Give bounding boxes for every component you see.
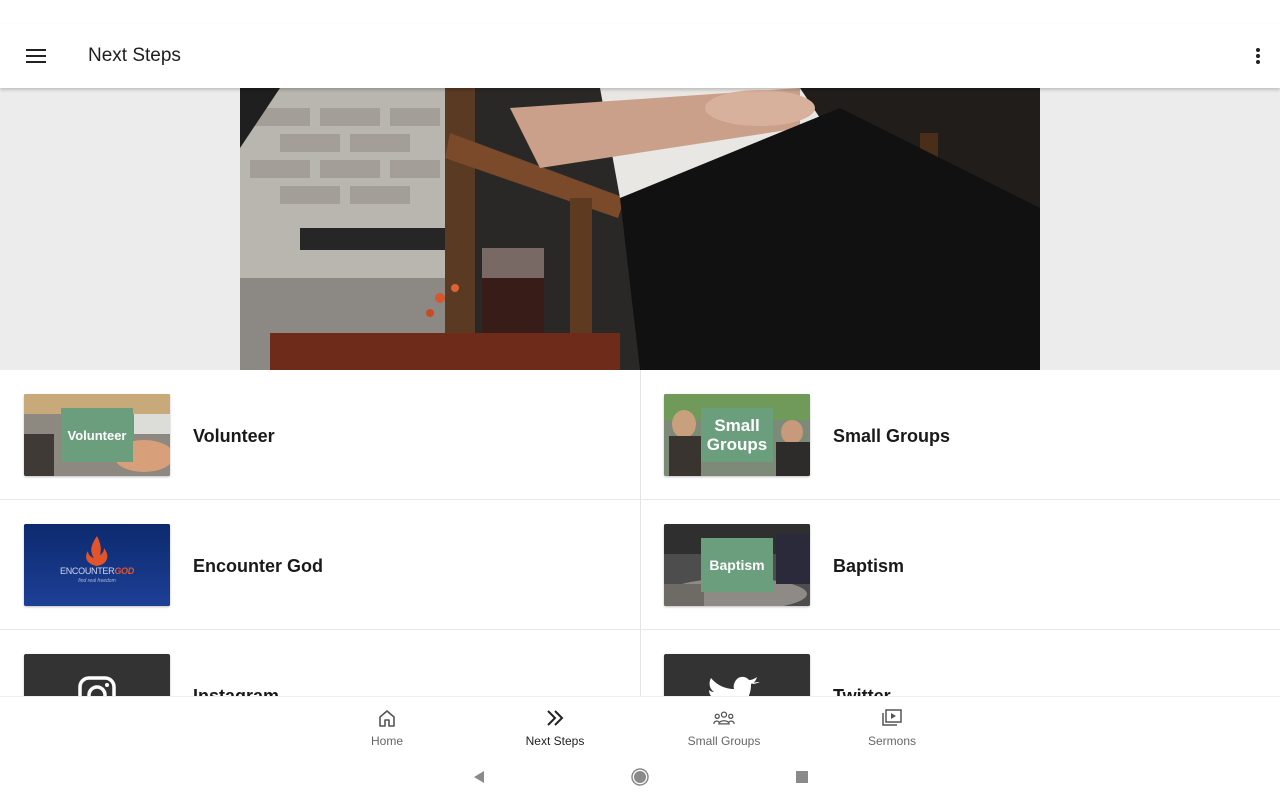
nav-sermons[interactable]: Sermons <box>832 697 952 755</box>
nav-label: Small Groups <box>687 734 761 748</box>
recents-square-icon <box>796 771 808 783</box>
small-groups-thumbnail: Small Groups <box>664 394 810 476</box>
badge-line-1: Small <box>714 416 760 435</box>
nav-next-steps-icon-box <box>544 707 566 729</box>
flame-icon <box>24 524 170 606</box>
hero-photo <box>240 88 1040 370</box>
tile-encounter-god[interactable]: ENCOUNTERGOD find real freedom Encounter… <box>0 500 640 630</box>
tile-baptism[interactable]: Baptism Baptism <box>640 500 1280 630</box>
tile-label: Twitter <box>833 686 891 696</box>
home-circle-icon <box>631 768 649 786</box>
encounter-logo-accent: GOD <box>114 566 134 576</box>
encounter-tagline: find real freedom <box>78 578 116 584</box>
tile-volunteer[interactable]: Volunteer Volunteer <box>0 370 640 500</box>
app-bar: Next Steps <box>0 24 1280 88</box>
more-vertical-icon <box>1256 48 1260 64</box>
status-bar <box>0 0 1280 24</box>
tile-instagram[interactable]: Instagram <box>0 630 640 696</box>
nav-home-icon-box <box>376 707 398 729</box>
overflow-menu-button[interactable] <box>1250 42 1266 70</box>
tile-label: Volunteer <box>193 426 275 446</box>
menu-button[interactable] <box>0 24 72 88</box>
tile-twitter[interactable]: Twitter <box>640 630 1280 696</box>
system-home-button[interactable] <box>631 768 649 786</box>
nav-label: Next Steps <box>525 734 585 748</box>
nav-next-steps[interactable]: Next Steps <box>495 697 615 755</box>
video-library-icon <box>882 709 902 726</box>
tile-label: Small Groups <box>833 426 951 446</box>
twitter-thumbnail <box>664 654 810 696</box>
nav-home[interactable]: Home <box>327 697 447 755</box>
hero-banner <box>0 88 1280 370</box>
tile-label: Baptism <box>833 556 905 576</box>
encounter-god-thumbnail: ENCOUNTERGOD find real freedom <box>24 524 170 606</box>
nav-small-groups[interactable]: Small Groups <box>664 697 784 755</box>
twitter-bird-icon <box>709 676 760 696</box>
instagram-icon <box>78 676 116 696</box>
encounter-logo-text: ENCOUNTERGOD <box>24 566 170 576</box>
instagram-thumbnail <box>24 654 170 696</box>
hamburger-menu-icon <box>26 49 46 63</box>
system-recents-button[interactable] <box>793 768 811 786</box>
page-title: Next Steps <box>88 45 181 66</box>
nav-label: Sermons <box>867 734 917 748</box>
volunteer-thumbnail: Volunteer <box>24 394 170 476</box>
volunteer-badge: Volunteer <box>61 408 133 462</box>
people-group-icon <box>713 711 735 725</box>
encounter-logo-main: ENCOUNTER <box>60 566 115 576</box>
baptism-thumbnail: Baptism <box>664 524 810 606</box>
tile-small-groups[interactable]: Small Groups Small Groups <box>640 370 1280 500</box>
badge-line-2: Groups <box>706 435 768 454</box>
hero-image <box>240 88 1040 370</box>
tile-label: Encounter God <box>193 556 323 576</box>
bottom-navigation: Home Next Steps Small Groups Sermons <box>0 696 1280 754</box>
system-navigation-bar <box>0 754 1280 800</box>
nav-label: Home <box>370 734 403 748</box>
back-triangle-icon <box>474 771 484 783</box>
nav-sermons-icon-box <box>881 707 903 729</box>
next-steps-grid: Volunteer Volunteer Small Groups Small G… <box>0 370 1280 696</box>
tile-label: Instagram <box>193 686 280 696</box>
baptism-badge: Baptism <box>701 538 773 592</box>
home-icon <box>379 710 395 727</box>
double-chevron-right-icon <box>547 710 564 726</box>
system-back-button[interactable] <box>470 768 488 786</box>
small-groups-badge: Small Groups <box>701 408 773 462</box>
nav-small-groups-icon-box <box>713 707 735 729</box>
